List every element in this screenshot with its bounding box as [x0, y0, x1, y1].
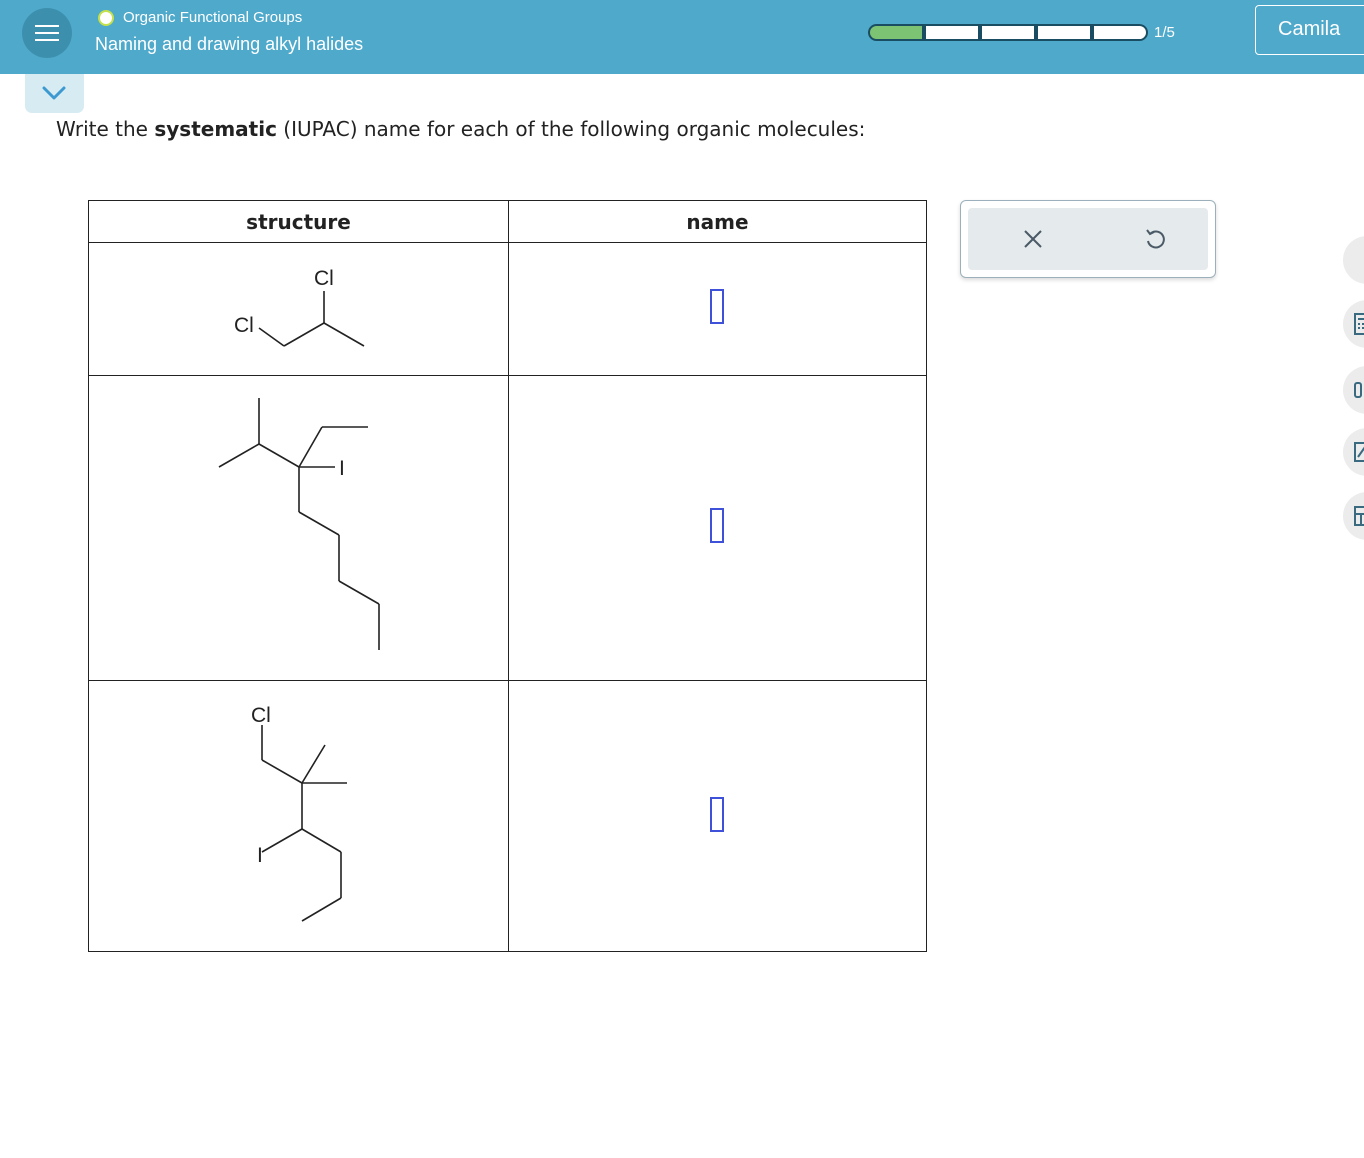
- topic-title: Organic Functional Groups: [123, 9, 303, 26]
- prompt-text: Write the: [56, 117, 155, 141]
- periodic-table-icon: [1354, 506, 1364, 526]
- arrow-icon: [1353, 248, 1364, 268]
- calculator-icon: [1354, 313, 1364, 335]
- structure-cell: Cl I: [88, 680, 509, 952]
- progress-segment: [868, 24, 924, 41]
- periodic-table-button[interactable]: [1343, 492, 1364, 540]
- user-name: Camila: [1278, 18, 1341, 40]
- chevron-down-icon: [42, 86, 66, 100]
- name-column-header: name: [508, 200, 927, 243]
- atom-label: I: [339, 457, 345, 480]
- collapse-toggle-button[interactable]: [25, 74, 84, 113]
- progress-segment: [1036, 24, 1092, 41]
- structure-cell: I: [88, 375, 509, 681]
- menu-icon-line: [35, 32, 59, 34]
- data-tool-button[interactable]: [1343, 366, 1364, 414]
- atom-label: Cl: [314, 267, 334, 290]
- name-cell: [508, 242, 927, 376]
- menu-button[interactable]: [22, 8, 72, 58]
- question-prompt: Write the systematic (IUPAC) name for ea…: [56, 117, 865, 141]
- molecule-3-structure: Cl I: [251, 704, 347, 922]
- atom-label: Cl: [234, 314, 254, 337]
- name-cell: [508, 375, 927, 681]
- data-icon: [1354, 382, 1362, 398]
- prompt-text: (IUPAC) name for each of the following o…: [276, 117, 866, 141]
- atom-label: I: [257, 844, 263, 867]
- status-circle-icon: [98, 10, 114, 26]
- progress-segment: [1092, 24, 1148, 41]
- clear-button[interactable]: [1020, 226, 1046, 252]
- chart-icon: [1354, 442, 1364, 462]
- molecule-drawing: Cl I: [89, 681, 508, 951]
- x-icon: [1024, 230, 1042, 248]
- name-answer-input[interactable]: [710, 797, 724, 832]
- molecule-1-structure: Cl Cl: [234, 267, 365, 347]
- user-menu-button[interactable]: Camila: [1255, 5, 1364, 55]
- name-answer-input[interactable]: [710, 508, 724, 543]
- top-bar: Organic Functional Groups Naming and dra…: [0, 0, 1364, 74]
- structure-column-header: structure: [88, 200, 509, 243]
- undo-button[interactable]: [1142, 226, 1168, 252]
- progress-segment: [980, 24, 1036, 41]
- atom-label: Cl: [251, 704, 271, 727]
- prompt-bold-text: systematic: [154, 117, 277, 141]
- name-cell: [508, 680, 927, 952]
- calculator-button[interactable]: [1343, 300, 1364, 348]
- undo-icon: [1146, 229, 1165, 249]
- name-answer-input[interactable]: [710, 289, 724, 324]
- table-row: I: [88, 375, 927, 681]
- structure-cell: Cl Cl: [88, 242, 509, 376]
- chart-tool-button[interactable]: [1343, 428, 1364, 476]
- question-table: structure name Cl Cl I Cl I: [88, 200, 927, 952]
- molecule-drawing: I: [89, 376, 508, 680]
- molecule-drawing: Cl Cl: [89, 243, 508, 375]
- subtopic-title: Naming and drawing alkyl halides: [95, 34, 364, 54]
- table-row: Cl I: [88, 680, 927, 952]
- tool-bar: [968, 208, 1208, 270]
- menu-icon-line: [35, 39, 59, 41]
- progress-segment: [924, 24, 980, 41]
- progress-bar: [868, 24, 1148, 41]
- side-tool-button[interactable]: [1343, 236, 1364, 284]
- progress-label: 1/5: [1154, 24, 1175, 41]
- answer-tool-panel: [960, 200, 1216, 278]
- table-header-row: structure name: [88, 200, 927, 243]
- molecule-2-structure: I: [218, 398, 380, 650]
- menu-icon-line: [35, 25, 59, 27]
- table-row: Cl Cl: [88, 242, 927, 376]
